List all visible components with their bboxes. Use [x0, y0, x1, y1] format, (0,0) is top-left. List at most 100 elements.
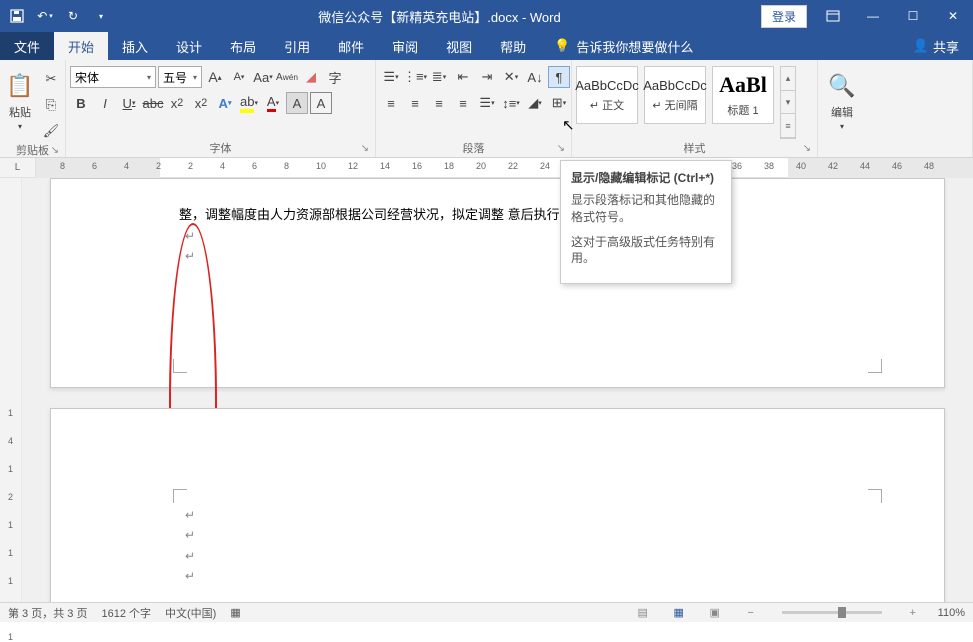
tab-insert[interactable]: 插入 [108, 32, 162, 60]
format-painter-icon[interactable]: 🖌 [40, 120, 62, 142]
word-count[interactable]: 1612 个字 [101, 605, 151, 621]
sort-icon[interactable]: A↓ [524, 66, 546, 88]
align-left-icon[interactable]: ≡ [380, 92, 402, 114]
language[interactable]: 中文(中国) [165, 605, 216, 621]
zoom-out-icon[interactable]: − [740, 607, 762, 619]
cut-icon[interactable]: ✂ [40, 68, 62, 90]
tab-help[interactable]: 帮助 [486, 32, 540, 60]
group-editing: 🔍 编辑 ▾ [818, 60, 973, 157]
web-layout-icon[interactable]: ▣ [704, 606, 726, 619]
share-button[interactable]: 👤共享 [899, 32, 973, 60]
qat-customize-icon[interactable]: ▾ [88, 3, 114, 29]
style-nospacing[interactable]: AaBbCcDc↵ 无间隔 [644, 66, 706, 124]
editing-button[interactable]: 🔍 编辑 ▾ [822, 66, 862, 131]
char-shading-icon[interactable]: A [286, 92, 308, 114]
paragraph-launcher-icon[interactable]: ↘ [557, 143, 565, 154]
font-label: 字体 [210, 140, 232, 156]
paragraph-mark: ↵ [51, 566, 944, 586]
horizontal-ruler[interactable]: L 86422468101214161820222426283032343638… [0, 158, 973, 178]
zoom-in-icon[interactable]: + [902, 607, 924, 619]
zoom-slider[interactable] [782, 611, 882, 614]
styles-scrollbar[interactable]: ▴▾≡ [780, 66, 796, 139]
read-mode-icon[interactable]: ▤ [632, 606, 654, 619]
margin-corner-icon [868, 489, 882, 503]
vertical-ruler[interactable]: 141211121 [0, 178, 22, 602]
tab-file[interactable]: 文件 [0, 32, 54, 60]
margin-corner-icon [173, 359, 187, 373]
align-right-icon[interactable]: ≡ [428, 92, 450, 114]
page-upper[interactable]: 整，调整幅度由人力资源部根据公司经营状况，拟定调整 意后执行。↵ ↵ ↵ [50, 178, 945, 388]
group-paragraph: ☰▾ ⋮≡▾ ≣▾ ⇤ ⇥ ✕▾ A↓ ¶ ≡ ≡ ≡ ≡ ☰▾ ↕≡▾ ◢▾ [376, 60, 572, 157]
find-icon: 🔍 [826, 70, 858, 102]
tell-me[interactable]: 💡告诉我你想要做什么 [540, 32, 707, 60]
redo-icon[interactable]: ↻ [60, 3, 86, 29]
maximize-icon[interactable]: ☐ [893, 0, 933, 32]
page-count[interactable]: 第 3 页，共 3 页 [8, 605, 87, 621]
show-marks-icon[interactable]: ¶ [548, 66, 570, 88]
numbering-icon[interactable]: ⋮≡▾ [404, 66, 426, 88]
close-icon[interactable]: ✕ [933, 0, 973, 32]
enclose-icon[interactable]: 字 [324, 66, 346, 88]
change-case-icon[interactable]: Aa▾ [252, 66, 274, 88]
tab-selector[interactable]: L [0, 158, 36, 177]
bullets-icon[interactable]: ☰▾ [380, 66, 402, 88]
ribbon: 📋 粘贴 ▾ ✂ ⎘ 🖌 剪贴板↘ 宋体▾ 五号▾ A▴ A▾ Aa▾ Aw [0, 60, 973, 158]
justify-icon[interactable]: ≡ [452, 92, 474, 114]
tab-home[interactable]: 开始 [54, 32, 108, 60]
tab-view[interactable]: 视图 [432, 32, 486, 60]
tab-review[interactable]: 审阅 [378, 32, 432, 60]
font-name-combo[interactable]: 宋体▾ [70, 66, 156, 88]
styles-launcher-icon[interactable]: ↘ [803, 143, 811, 154]
undo-icon[interactable]: ↶▾ [32, 3, 58, 29]
underline-button[interactable]: U▾ [118, 92, 140, 114]
document-text[interactable]: 整，调整幅度由人力资源部根据公司经营状况，拟定调整 意后执行。↵ [51, 179, 944, 226]
paste-button[interactable]: 📋 粘贴 ▾ [4, 66, 36, 131]
decrease-indent-icon[interactable]: ⇤ [452, 66, 474, 88]
macro-icon[interactable]: ▦ [230, 606, 240, 619]
tab-mail[interactable]: 邮件 [324, 32, 378, 60]
bulb-icon: 💡 [554, 38, 570, 54]
ribbon-display-icon[interactable] [813, 0, 853, 32]
zoom-level[interactable]: 110% [938, 607, 965, 619]
font-color-icon[interactable]: A▾ [262, 92, 284, 114]
phonetic-icon[interactable]: Awén [276, 66, 298, 88]
char-border-icon[interactable]: A [310, 92, 332, 114]
save-icon[interactable] [4, 3, 30, 29]
increase-indent-icon[interactable]: ⇥ [476, 66, 498, 88]
text-effects-icon[interactable]: A▾ [214, 92, 236, 114]
font-launcher-icon[interactable]: ↘ [361, 143, 369, 154]
font-size-combo[interactable]: 五号▾ [158, 66, 202, 88]
copy-icon[interactable]: ⎘ [40, 94, 62, 116]
multilevel-icon[interactable]: ≣▾ [428, 66, 450, 88]
superscript-icon[interactable]: x2 [190, 92, 212, 114]
print-layout-icon[interactable]: ▦ [668, 606, 690, 619]
highlight-icon[interactable]: ab▾ [238, 92, 260, 114]
tab-references[interactable]: 引用 [270, 32, 324, 60]
borders-icon[interactable]: ⊞▾ [548, 92, 570, 114]
asian-layout-icon[interactable]: ✕▾ [500, 66, 522, 88]
document-area: 141211121 整，调整幅度由人力资源部根据公司经营状况，拟定调整 意后执行… [0, 178, 973, 602]
line-spacing-icon[interactable]: ↕≡▾ [500, 92, 522, 114]
login-button[interactable]: 登录 [761, 5, 807, 28]
clipboard-launcher-icon[interactable]: ↘ [51, 145, 59, 156]
shrink-font-icon[interactable]: A▾ [228, 66, 250, 88]
clear-format-icon[interactable]: ◢ [300, 66, 322, 88]
style-heading1[interactable]: AaBl标题 1 [712, 66, 774, 124]
tooltip: 显示/隐藏编辑标记 (Ctrl+*) 显示段落标记和其他隐藏的格式符号。 这对于… [560, 160, 732, 284]
minimize-icon[interactable]: — [853, 0, 893, 32]
subscript-icon[interactable]: x2 [166, 92, 188, 114]
distribute-icon[interactable]: ☰▾ [476, 92, 498, 114]
grow-font-icon[interactable]: A▴ [204, 66, 226, 88]
bold-button[interactable]: B [70, 92, 92, 114]
page-lower[interactable]: ↵ ↵ ↵ ↵ [50, 408, 945, 602]
document-pages[interactable]: 整，调整幅度由人力资源部根据公司经营状况，拟定调整 意后执行。↵ ↵ ↵ ↵ ↵… [22, 178, 973, 602]
tab-layout[interactable]: 布局 [216, 32, 270, 60]
shading-icon[interactable]: ◢▾ [524, 92, 546, 114]
tooltip-text: 显示段落标记和其他隐藏的格式符号。 [571, 192, 721, 226]
italic-button[interactable]: I [94, 92, 116, 114]
style-normal[interactable]: AaBbCcDc↵ 正文 [576, 66, 638, 124]
align-center-icon[interactable]: ≡ [404, 92, 426, 114]
styles-label: 样式 [684, 140, 706, 156]
tab-design[interactable]: 设计 [162, 32, 216, 60]
strike-icon[interactable]: abc [142, 92, 164, 114]
